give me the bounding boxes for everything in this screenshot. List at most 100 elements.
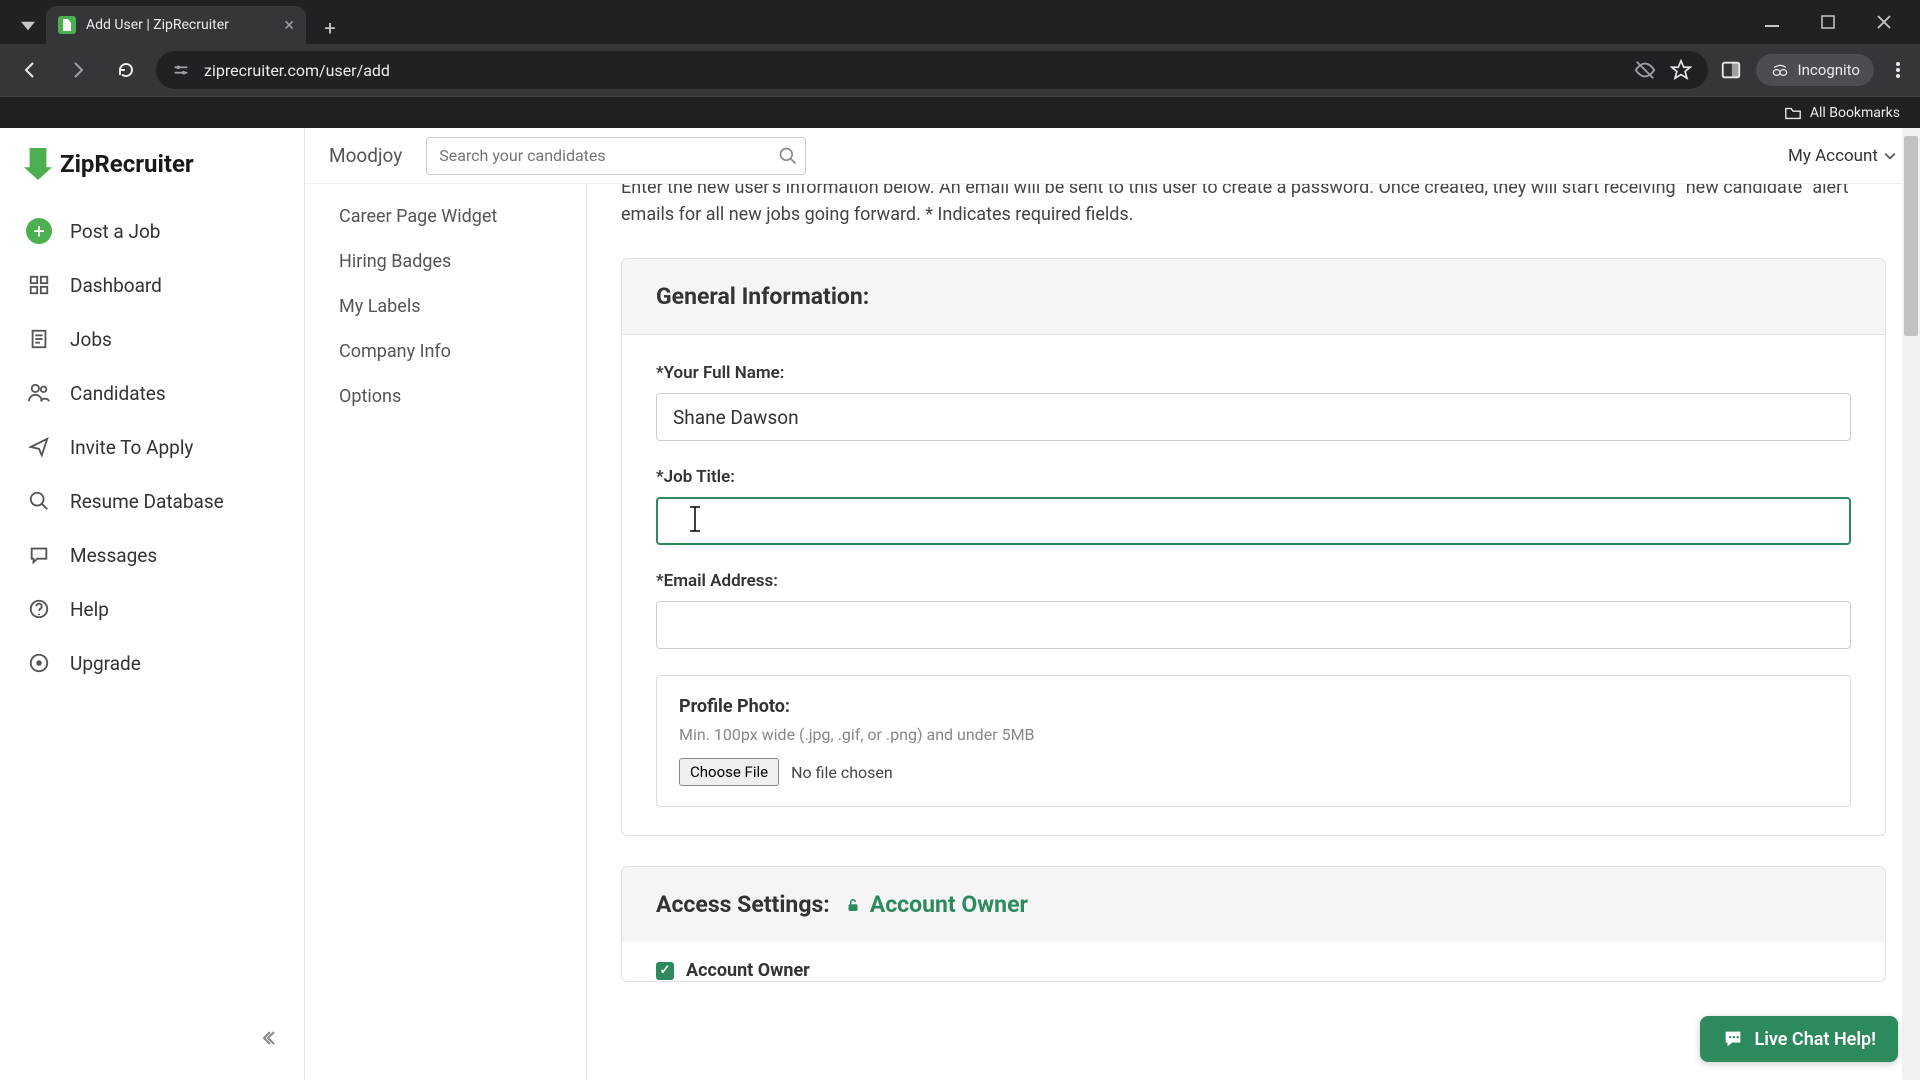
- sidebar-item-label: Messages: [70, 544, 157, 567]
- sidebar-item-jobs[interactable]: Jobs: [0, 312, 304, 366]
- sidebar-item-upgrade[interactable]: Upgrade: [0, 636, 304, 690]
- incognito-icon: [1770, 60, 1790, 80]
- browser-tab-active[interactable]: Add User | ZipRecruiter ×: [46, 6, 306, 44]
- email-input[interactable]: [656, 601, 1851, 649]
- sidebar-item-candidates[interactable]: Candidates: [0, 366, 304, 420]
- browser-toolbar: ziprecruiter.com/user/add Incognito: [0, 44, 1920, 96]
- page-body: ZipRecruiter + Post a Job Dashboard Jobs…: [0, 128, 1920, 1080]
- candidate-search: [426, 137, 806, 175]
- minimize-icon[interactable]: [1756, 6, 1788, 38]
- file-status-text: No file chosen: [791, 763, 893, 782]
- logo[interactable]: ZipRecruiter: [0, 148, 304, 204]
- reload-button[interactable]: [108, 52, 144, 88]
- incognito-label: Incognito: [1798, 61, 1860, 79]
- upgrade-icon: [26, 650, 52, 676]
- logo-icon: [24, 148, 52, 180]
- sidebar-item-invite[interactable]: Invite To Apply: [0, 420, 304, 474]
- new-tab-button[interactable]: +: [314, 12, 346, 44]
- email-label: *Email Address:: [656, 571, 1851, 591]
- submenu-company-info[interactable]: Company Info: [325, 329, 566, 374]
- chevron-down-icon: [1884, 150, 1896, 162]
- choose-file-button[interactable]: Choose File: [679, 758, 779, 786]
- profile-photo-title: Profile Photo:: [679, 696, 1828, 717]
- window-controls: [1756, 6, 1920, 38]
- live-chat-label: Live Chat Help!: [1754, 1029, 1876, 1050]
- people-icon: [26, 380, 52, 406]
- browser-chrome: Add User | ZipRecruiter × + ziprecruiter…: [0, 0, 1920, 128]
- submenu-hiring-badges[interactable]: Hiring Badges: [325, 239, 566, 284]
- document-icon: [26, 326, 52, 352]
- plus-circle-icon: +: [26, 218, 52, 244]
- maximize-icon[interactable]: [1812, 6, 1844, 38]
- access-settings-panel: Access Settings: Account Owner ✓ Account…: [621, 866, 1886, 982]
- checkbox-checked-icon[interactable]: ✓: [656, 962, 674, 980]
- workspace-name[interactable]: Moodjoy: [329, 144, 402, 167]
- all-bookmarks-link[interactable]: All Bookmarks: [1810, 105, 1900, 121]
- search-icon[interactable]: [778, 146, 798, 166]
- tab-favicon: [58, 16, 76, 34]
- url-text: ziprecruiter.com/user/add: [204, 61, 1620, 80]
- my-account-label: My Account: [1788, 146, 1878, 166]
- live-chat-button[interactable]: Live Chat Help!: [1700, 1016, 1898, 1062]
- profile-photo-box: Profile Photo: Min. 100px wide (.jpg, .g…: [656, 675, 1851, 807]
- message-icon: [26, 542, 52, 568]
- close-window-icon[interactable]: [1868, 6, 1900, 38]
- account-owner-badge: Account Owner: [844, 891, 1028, 918]
- general-info-panel: General Information: *Your Full Name: *J…: [621, 258, 1886, 836]
- tab-close-icon[interactable]: ×: [284, 15, 294, 36]
- eye-off-icon[interactable]: [1634, 59, 1656, 81]
- content-topbar: Moodjoy My Account: [305, 128, 1920, 184]
- tab-title: Add User | ZipRecruiter: [86, 17, 229, 33]
- content-wrap: Moodjoy My Account Career Page Widget Hi…: [305, 128, 1920, 1080]
- profile-photo-hint: Min. 100px wide (.jpg, .gif, or .png) an…: [679, 725, 1828, 744]
- email-field: *Email Address:: [656, 571, 1851, 649]
- full-name-field: *Your Full Name:: [656, 363, 1851, 441]
- site-settings-icon[interactable]: [172, 61, 190, 79]
- access-settings-title: Access Settings:: [656, 891, 830, 918]
- intro-text: Enter the new user's information below. …: [621, 184, 1886, 228]
- general-info-header: General Information:: [622, 259, 1885, 335]
- scrollbar-thumb[interactable]: [1904, 136, 1918, 336]
- job-title-input[interactable]: [656, 497, 1851, 545]
- account-owner-checkbox-label: Account Owner: [686, 960, 810, 981]
- tab-search-dropdown[interactable]: [10, 8, 46, 44]
- submenu-options[interactable]: Options: [325, 374, 566, 419]
- sidebar-item-label: Candidates: [70, 382, 166, 405]
- incognito-badge[interactable]: Incognito: [1756, 54, 1874, 86]
- back-button[interactable]: [12, 52, 48, 88]
- search-input[interactable]: [426, 137, 806, 175]
- url-bar[interactable]: ziprecruiter.com/user/add: [156, 51, 1708, 89]
- tab-strip: Add User | ZipRecruiter × +: [0, 0, 1920, 44]
- page-scrollbar[interactable]: [1902, 128, 1920, 1080]
- sidebar-item-resume-db[interactable]: Resume Database: [0, 474, 304, 528]
- sidebar-item-label: Help: [70, 598, 109, 621]
- owner-badge-label: Account Owner: [870, 891, 1028, 918]
- full-name-input[interactable]: [656, 393, 1851, 441]
- forward-button[interactable]: [60, 52, 96, 88]
- job-title-label: *Job Title:: [656, 467, 1851, 487]
- menu-icon[interactable]: [1888, 60, 1908, 80]
- sidebar-item-help[interactable]: Help: [0, 582, 304, 636]
- sidebar-item-dashboard[interactable]: Dashboard: [0, 258, 304, 312]
- account-owner-checkbox-row[interactable]: ✓ Account Owner: [656, 960, 1851, 981]
- secondary-sidebar: Career Page Widget Hiring Badges My Labe…: [305, 184, 587, 1080]
- sidebar-item-post-a-job[interactable]: + Post a Job: [0, 204, 304, 258]
- sidebar-item-label: Upgrade: [70, 652, 141, 675]
- bookmarks-bar: All Bookmarks: [0, 96, 1920, 128]
- my-account-menu[interactable]: My Account: [1788, 146, 1896, 166]
- side-panel-icon[interactable]: [1720, 59, 1742, 81]
- collapse-sidebar-button[interactable]: [0, 1016, 304, 1060]
- sidebar-item-messages[interactable]: Messages: [0, 528, 304, 582]
- sidebar-item-label: Resume Database: [70, 490, 224, 513]
- sidebar-item-label: Jobs: [70, 328, 112, 351]
- sidebar-item-label: Dashboard: [70, 274, 162, 297]
- submenu-my-labels[interactable]: My Labels: [325, 284, 566, 329]
- bookmark-star-icon[interactable]: [1670, 59, 1692, 81]
- job-title-field: *Job Title:: [656, 467, 1851, 545]
- sidebar-item-label: Post a Job: [70, 220, 160, 243]
- submenu-career-page-widget[interactable]: Career Page Widget: [325, 194, 566, 239]
- chat-bubble-icon: [1722, 1028, 1744, 1050]
- access-settings-header: Access Settings: Account Owner: [622, 867, 1885, 942]
- sidebar-item-label: Invite To Apply: [70, 436, 193, 459]
- primary-sidebar: ZipRecruiter + Post a Job Dashboard Jobs…: [0, 128, 305, 1080]
